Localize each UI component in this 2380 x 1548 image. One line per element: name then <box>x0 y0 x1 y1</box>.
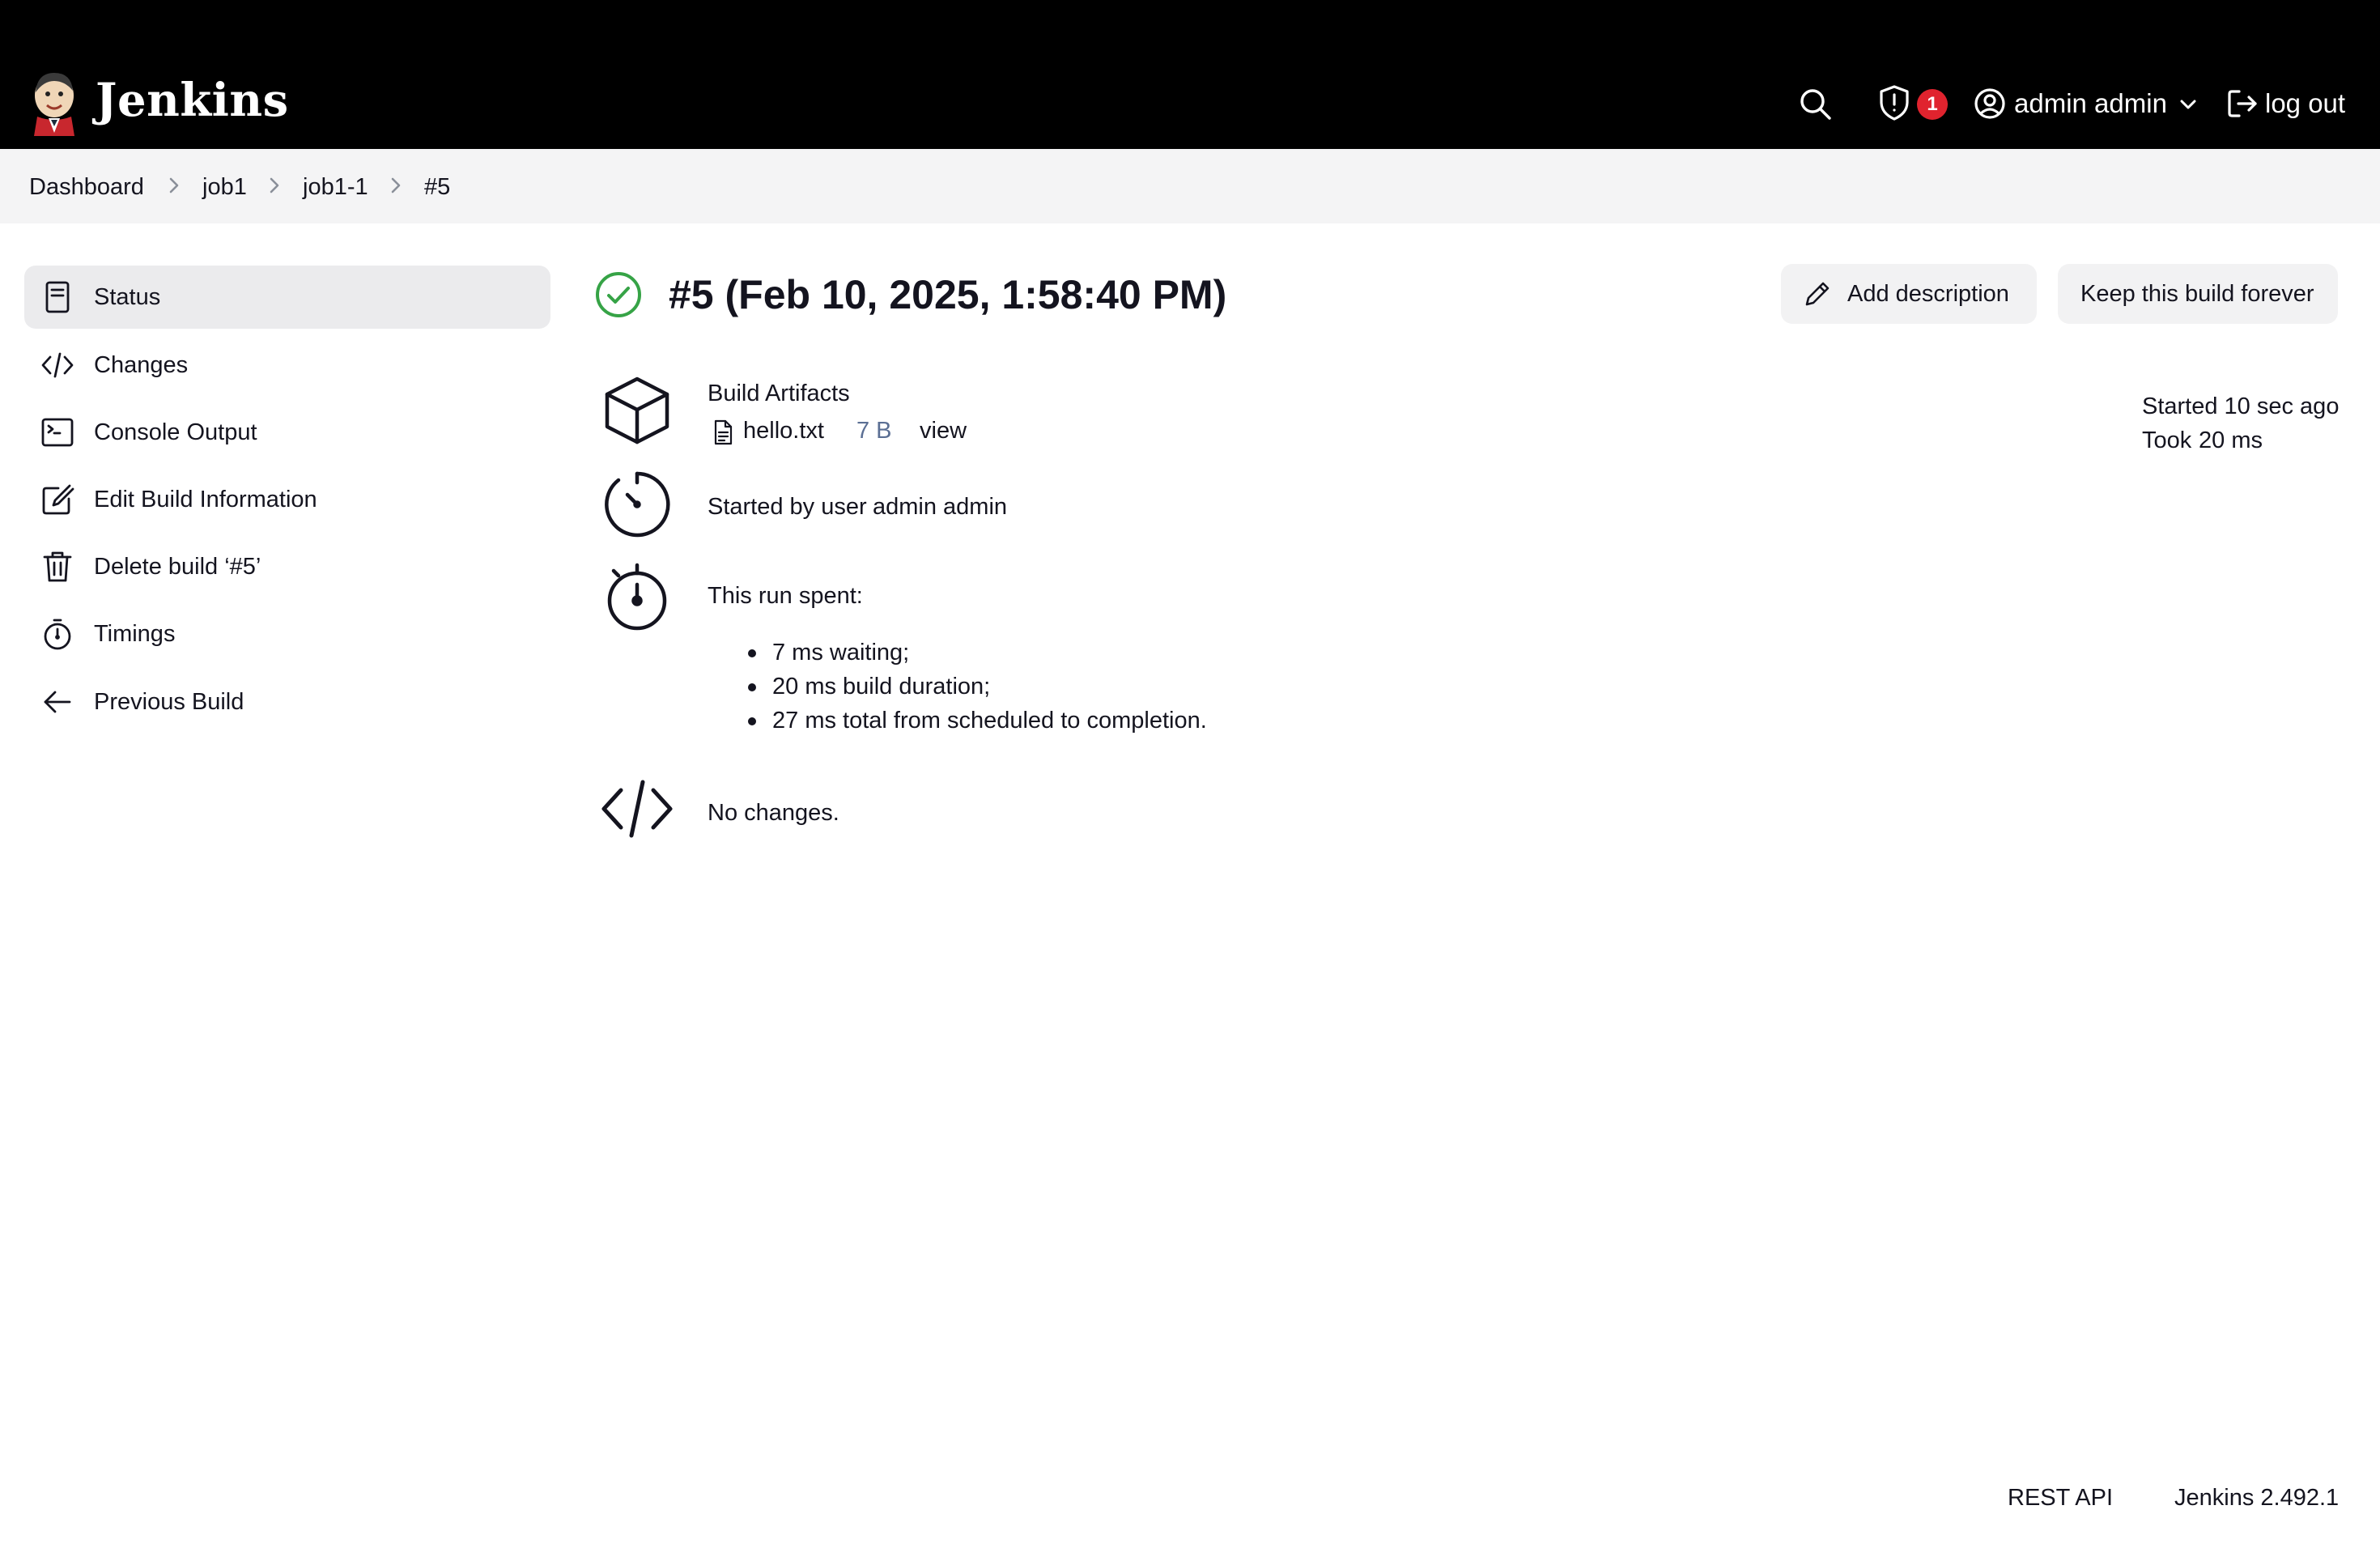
edit-icon <box>42 484 74 515</box>
list-bullet <box>748 683 756 691</box>
chevron-right-icon <box>169 177 179 194</box>
sidebar-item-label: Edit Build Information <box>94 487 317 512</box>
app-title[interactable]: Jenkins <box>96 71 289 130</box>
sidebar-item-changes[interactable]: Changes <box>24 334 550 397</box>
page-title: #5 (Feb 10, 2025, 1:58:40 PM) <box>669 272 1227 317</box>
status-icon <box>45 281 70 313</box>
breadcrumb-dashboard[interactable]: Dashboard <box>29 173 144 201</box>
chevron-right-icon <box>270 177 279 194</box>
build-artifacts-link[interactable]: Build Artifacts <box>708 377 850 410</box>
sidebar-item-label: Previous Build <box>94 689 244 715</box>
started-by-text: Started by user <box>708 494 867 520</box>
breadcrumb-job1-1[interactable]: job1-1 <box>303 173 368 201</box>
sidebar-item-label: Console Output <box>94 419 257 445</box>
arrow-left-icon <box>44 691 71 713</box>
jenkins-logo-icon[interactable] <box>29 70 79 136</box>
breadcrumb-job1[interactable]: job1 <box>202 173 247 201</box>
build-duration-link[interactable]: 20 ms <box>2199 424 2263 457</box>
terminal-icon <box>41 418 74 447</box>
user-menu[interactable]: admin admin <box>2014 86 2167 121</box>
code-icon <box>601 780 673 838</box>
stopwatch-icon <box>44 619 71 650</box>
logout-link[interactable]: log out <box>2265 86 2345 121</box>
keep-forever-label: Keep this build forever <box>2080 281 2314 307</box>
add-description-label: Add description <box>1847 281 2009 307</box>
took-label: Took <box>2142 427 2192 453</box>
sidebar-item-edit-build-information[interactable]: Edit Build Information <box>24 468 550 531</box>
rest-api-link[interactable]: REST API <box>2008 1482 2113 1514</box>
sidebar-item-status[interactable]: Status <box>24 266 550 329</box>
sidebar-item-label: Delete build ‘#5’ <box>94 554 261 580</box>
add-description-button[interactable]: Add description <box>1781 264 2037 324</box>
artifact-file-link[interactable]: hello.txt <box>743 415 824 447</box>
search-icon[interactable] <box>1797 86 1833 121</box>
sidebar-item-label: Status <box>94 284 161 310</box>
sidebar-item-console-output[interactable]: Console Output <box>24 401 550 464</box>
file-icon <box>714 419 733 445</box>
timing-waiting: 7 ms waiting; <box>772 640 910 666</box>
sidebar-item-previous-build[interactable]: Previous Build <box>24 670 550 734</box>
sidebar-item-label: Timings <box>94 621 176 647</box>
no-changes-text: No changes. <box>708 800 839 826</box>
keep-build-forever-button[interactable]: Keep this build forever <box>2058 264 2338 324</box>
trash-icon <box>43 551 72 582</box>
user-icon[interactable] <box>1974 87 2006 120</box>
success-check-icon <box>596 272 641 317</box>
package-icon <box>605 376 669 444</box>
pencil-icon <box>1805 282 1830 306</box>
top-header: Jenkins 1 admin admin log out <box>0 0 2380 149</box>
chevron-right-icon <box>391 177 401 194</box>
sidebar-item-timings[interactable]: Timings <box>24 602 550 666</box>
code-icon <box>41 352 74 378</box>
started-ago-text: Started 10 sec ago <box>2142 393 2340 419</box>
run-spent-heading: This run spent: <box>708 583 863 609</box>
sidebar-item-label: Changes <box>94 352 189 378</box>
sidebar-item-delete-build[interactable]: Delete build ‘#5’ <box>24 535 550 598</box>
started-by-user-link[interactable]: admin admin <box>873 491 1007 523</box>
artifact-view-link[interactable]: view <box>920 415 967 447</box>
breadcrumb-build-5[interactable]: #5 <box>424 173 450 201</box>
list-bullet <box>748 649 756 657</box>
security-badge[interactable]: 1 <box>1917 89 1948 120</box>
jenkins-version-button[interactable]: Jenkins 2.492.1 <box>2174 1482 2339 1514</box>
timer-icon <box>605 471 670 538</box>
artifact-file-size: 7 B <box>856 418 892 444</box>
stopwatch-icon <box>607 563 667 631</box>
security-shield-icon[interactable] <box>1878 84 1910 121</box>
logout-icon[interactable] <box>2226 87 2259 120</box>
chevron-down-icon[interactable] <box>2178 94 2199 115</box>
list-bullet <box>748 717 756 725</box>
timing-total: 27 ms total from scheduled to completion… <box>772 708 1207 734</box>
timing-build-duration: 20 ms build duration; <box>772 674 991 700</box>
